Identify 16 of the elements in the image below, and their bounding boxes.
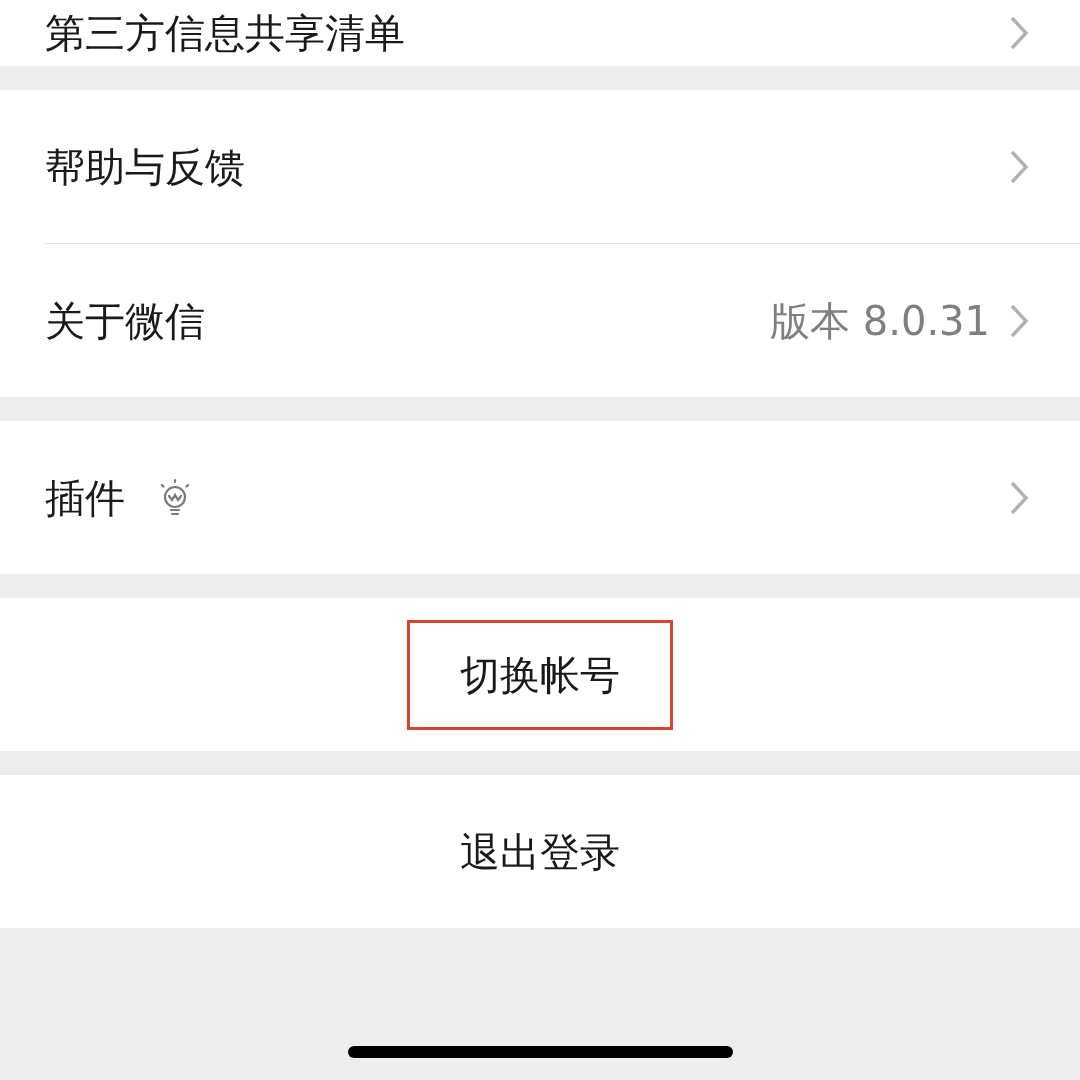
row-label: 插件 [45, 473, 125, 523]
home-indicator[interactable] [347, 1046, 733, 1058]
chevron-icon [1008, 15, 1030, 51]
row-label: 帮助与反馈 [45, 142, 245, 192]
chevron-icon [1008, 479, 1030, 516]
settings-row[interactable]: 帮助与反馈 [0, 90, 1080, 243]
chevron-icon [1008, 148, 1030, 185]
row-value: 版本 8.0.31 [770, 296, 990, 346]
action-button[interactable]: 退出登录 [407, 796, 673, 907]
settings-row[interactable]: 第三方信息共享清单 [0, 0, 1080, 66]
settings-row[interactable]: 关于微信 版本 8.0.31 [0, 244, 1080, 397]
row-label: 第三方信息共享清单 [45, 9, 405, 58]
settings-row[interactable]: 插件 [0, 421, 1080, 574]
chevron-icon [1008, 302, 1030, 339]
row-label: 关于微信 [45, 296, 205, 346]
action-button[interactable]: 切换帐号 [407, 619, 673, 730]
